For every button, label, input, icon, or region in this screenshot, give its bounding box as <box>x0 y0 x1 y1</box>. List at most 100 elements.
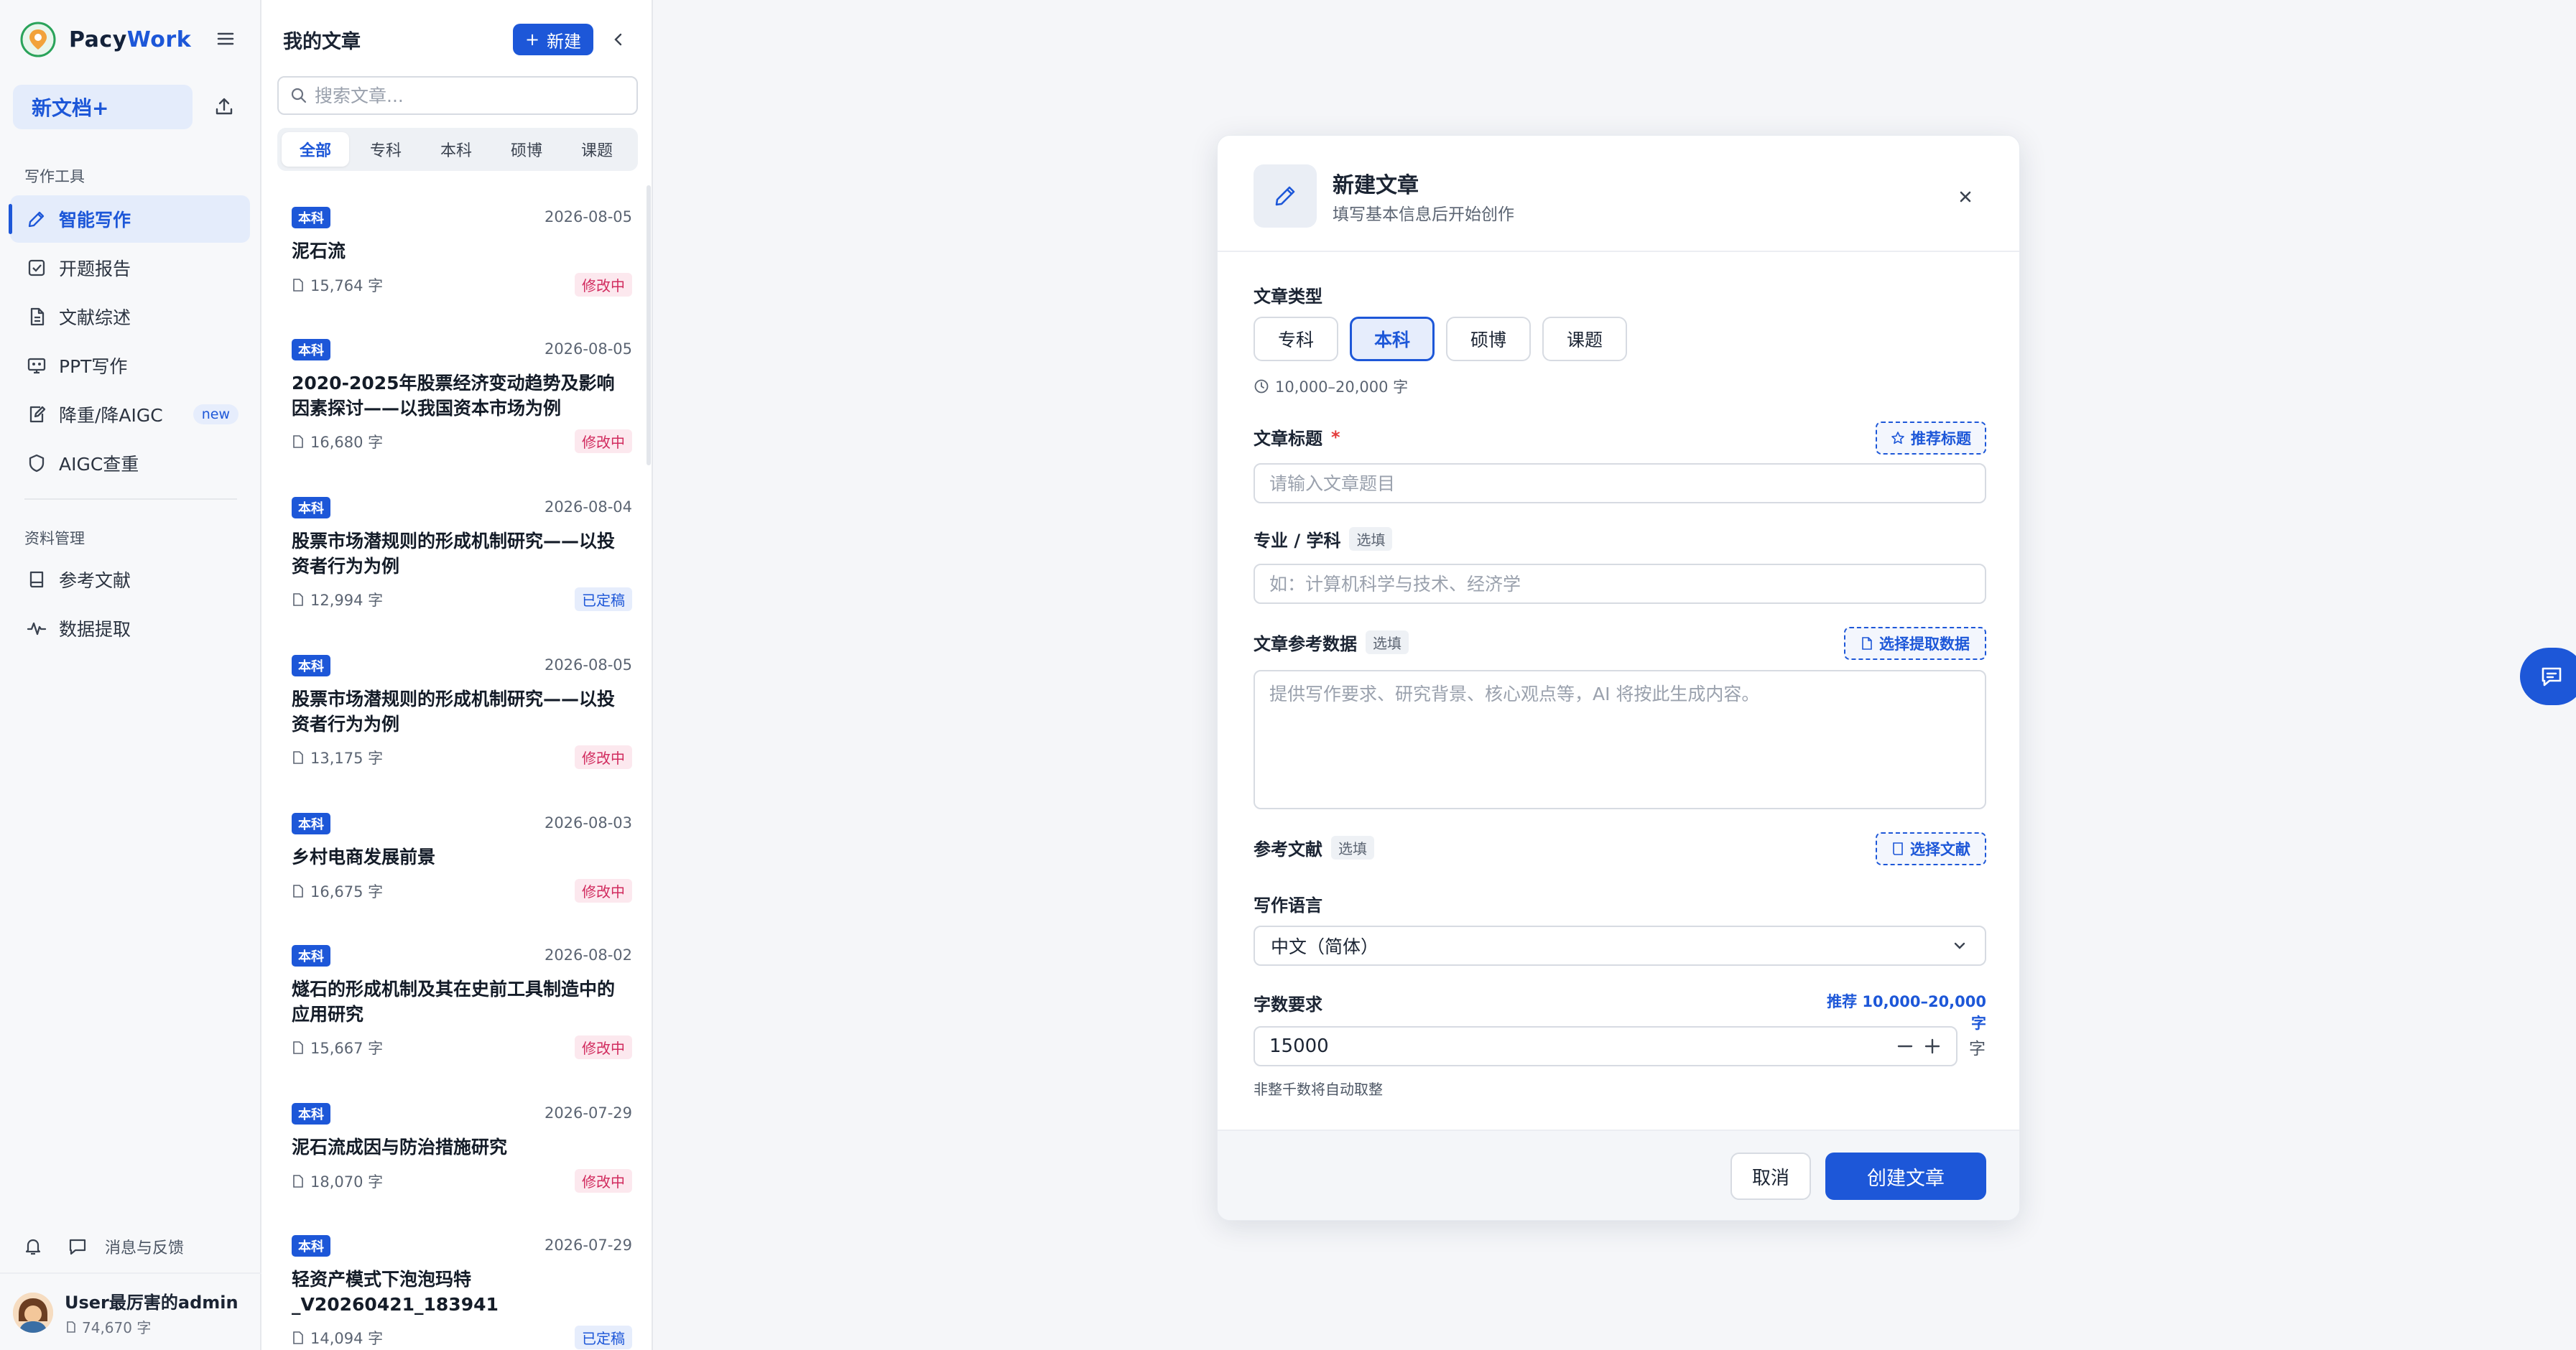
brand-name: PacyWork <box>69 27 192 52</box>
reference-data-label: 文章参考数据 选填 <box>1254 630 1409 655</box>
type-option-project[interactable]: 课题 <box>1542 317 1627 361</box>
article-card[interactable]: 本科 2026-07-29 泥石流成因与防治措施研究 18,070 字 修改中 <box>283 1103 632 1211</box>
article-words: 12,994 字 <box>292 589 383 610</box>
dialog-title: 新建文章 <box>1333 173 1419 198</box>
chevron-down-icon <box>1954 942 1965 949</box>
status-badge: 修改中 <box>575 1169 632 1193</box>
article-title: 轻资产模式下泡泡玛特_V20260421_183941 <box>292 1269 499 1315</box>
word-count-stepper[interactable]: 15000 <box>1254 1026 1958 1066</box>
article-date: 2026-08-05 <box>544 656 632 674</box>
sidebar-item-ppt-writing[interactable]: PPT写作 <box>10 342 250 389</box>
bell-icon[interactable] <box>22 1235 45 1258</box>
dialog-subtitle: 填写基本信息后开始创作 <box>1333 205 1514 224</box>
word-count-label: 字数要求 <box>1254 995 1322 1015</box>
reference-data-textarea[interactable] <box>1254 670 1986 809</box>
search-box <box>277 76 638 115</box>
article-date: 2026-08-05 <box>544 340 632 358</box>
create-article-button[interactable]: 创建文章 <box>1825 1153 1986 1200</box>
tab-junior-college[interactable]: 专科 <box>352 132 420 167</box>
scrollbar[interactable] <box>647 185 651 465</box>
sidebar-item-proposal[interactable]: 开题报告 <box>10 244 250 292</box>
sidebar-item-dedup-aigc[interactable]: 降重/降AIGC new <box>10 391 250 438</box>
article-words: 18,070 字 <box>292 1170 383 1192</box>
tab-undergraduate[interactable]: 本科 <box>422 132 490 167</box>
divider <box>1218 251 2019 252</box>
search-icon <box>291 88 307 103</box>
article-words: 13,175 字 <box>292 747 383 768</box>
checkbox-icon <box>28 259 45 276</box>
major-input[interactable] <box>1254 564 1986 604</box>
book-icon <box>1893 842 1903 855</box>
new-badge: new <box>193 404 239 424</box>
tab-graduate[interactable]: 硕博 <box>493 132 560 167</box>
level-badge: 本科 <box>292 1103 330 1125</box>
status-badge: 修改中 <box>575 1035 632 1059</box>
dialog-icon <box>1254 164 1317 228</box>
type-option-graduate[interactable]: 硕博 <box>1446 317 1531 361</box>
chat-button[interactable] <box>2520 648 2576 705</box>
sidebar-item-references[interactable]: 参考文献 <box>10 556 250 603</box>
shield-icon <box>29 454 45 472</box>
activity-icon <box>27 622 47 636</box>
type-option-junior-college[interactable]: 专科 <box>1254 317 1338 361</box>
close-icon[interactable] <box>1955 186 1976 208</box>
document-icon <box>293 885 303 898</box>
recommend-title-button[interactable]: 推荐标题 <box>1876 422 1986 455</box>
panel-title: 我的文章 <box>283 31 361 53</box>
article-card[interactable]: 本科 2026-08-05 2020-2025年股票经济变动趋势及影响因素探讨—… <box>283 339 632 468</box>
tab-project[interactable]: 课题 <box>563 132 631 167</box>
status-badge: 已定稿 <box>575 587 632 611</box>
article-date: 2026-08-04 <box>544 498 632 516</box>
sidebar-item-smart-writing[interactable]: 智能写作 <box>9 195 250 243</box>
new-article-dialog: 新建文章 填写基本信息后开始创作 文章类型 专科 本科 硕博 课题 10,000… <box>1217 135 2020 1221</box>
sidebar-item-aigc-check[interactable]: AIGC查重 <box>10 439 250 487</box>
article-words: 15,764 字 <box>292 274 383 296</box>
article-card[interactable]: 本科 2026-08-05 股票市场潜规则的形成机制研究——以投资者行为为例 1… <box>283 655 632 784</box>
document-icon <box>293 1175 303 1188</box>
article-card[interactable]: 本科 2026-08-04 股票市场潜规则的形成机制研究——以投资者行为为例 1… <box>283 497 632 626</box>
book-icon <box>29 571 44 588</box>
brand[interactable]: PacyWork <box>20 22 191 57</box>
article-title: 股票市场潜规则的形成机制研究——以投资者行为为例 <box>292 689 616 735</box>
tab-all[interactable]: 全部 <box>282 132 349 167</box>
type-label: 文章类型 <box>1254 287 1322 307</box>
language-select[interactable]: 中文（简体） <box>1254 926 1986 966</box>
sidebar: PacyWork 新文档+ 写作工具 智能写作 开题报告 文献综述 PPT写作 … <box>0 0 261 1350</box>
message-icon[interactable] <box>66 1235 89 1258</box>
article-title: 泥石流 <box>292 241 346 261</box>
upload-icon[interactable] <box>213 95 236 118</box>
cancel-button[interactable]: 取消 <box>1731 1153 1811 1200</box>
minus-icon[interactable] <box>1894 1035 1916 1057</box>
chat-icon <box>2542 667 2562 686</box>
sidebar-item-label: AIGC查重 <box>59 454 139 475</box>
select-references-button[interactable]: 选择文献 <box>1876 832 1986 865</box>
menu-icon[interactable] <box>214 27 237 50</box>
chevron-left-icon[interactable] <box>609 30 628 49</box>
new-document-button[interactable]: 新文档+ <box>13 85 193 129</box>
select-extracted-data-button[interactable]: 选择提取数据 <box>1844 627 1986 660</box>
level-badge: 本科 <box>292 813 330 834</box>
category-filter: 全部 专科 本科 硕博 课题 <box>277 128 638 171</box>
feedback-link[interactable]: 消息与反馈 <box>105 1235 184 1258</box>
type-option-undergraduate[interactable]: 本科 <box>1350 317 1435 361</box>
article-title: 股票市场潜规则的形成机制研究——以投资者行为为例 <box>292 531 616 577</box>
title-input[interactable] <box>1254 463 1986 503</box>
new-article-button[interactable]: + 新建 <box>513 24 593 55</box>
document-icon <box>1862 637 1872 650</box>
document-icon <box>293 593 303 606</box>
article-date: 2026-08-03 <box>544 814 632 832</box>
sidebar-item-literature-review[interactable]: 文献综述 <box>10 293 250 340</box>
sidebar-item-data-extraction[interactable]: 数据提取 <box>10 605 250 652</box>
article-card[interactable]: 本科 2026-07-29 轻资产模式下泡泡玛特_V20260421_18394… <box>283 1235 632 1350</box>
word-unit: 字 <box>1969 1040 1986 1058</box>
user-profile[interactable]: User最厉害的admin 74,670 字 <box>13 1288 238 1337</box>
article-card[interactable]: 本科 2026-08-05 泥石流 15,764 字 修改中 <box>283 207 632 315</box>
divider <box>24 498 237 500</box>
article-card[interactable]: 本科 2026-08-02 燧石的形成机制及其在史前工具制造中的应用研究 15,… <box>283 945 632 1074</box>
word-count-value[interactable]: 15000 <box>1269 1035 1889 1057</box>
sidebar-item-label: 智能写作 <box>59 210 131 231</box>
user-name: User最厉害的admin <box>65 1293 238 1313</box>
article-card[interactable]: 本科 2026-08-03 乡村电商发展前景 16,675 字 修改中 <box>283 813 632 921</box>
search-input[interactable] <box>315 85 631 106</box>
plus-icon[interactable] <box>1922 1035 1943 1057</box>
